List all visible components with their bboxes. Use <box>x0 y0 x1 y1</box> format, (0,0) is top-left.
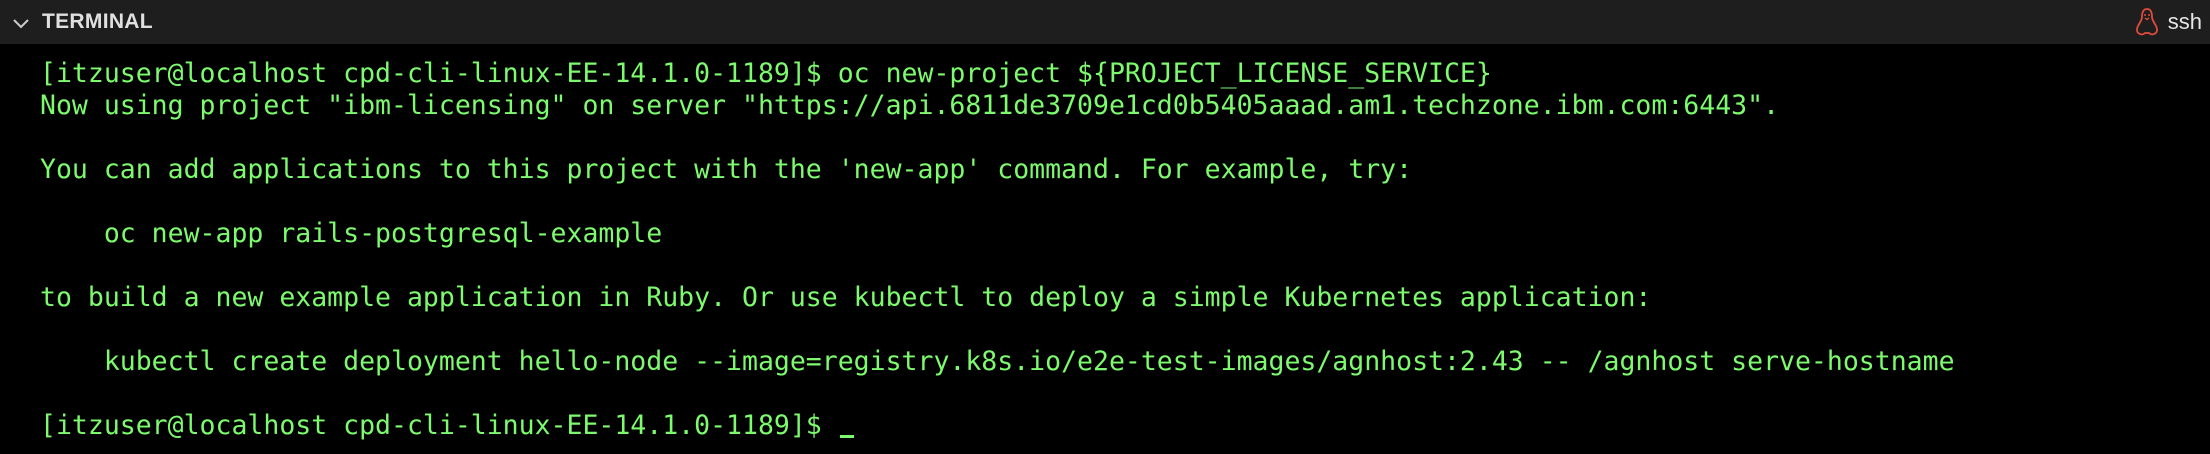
terminal-cursor <box>839 435 854 438</box>
terminal-prompt: [itzuser@localhost cpd-cli-linux-EE-14.1… <box>40 410 838 441</box>
shell-selector[interactable]: ssh <box>2134 0 2202 44</box>
terminal-line: oc new-app rails-postgresql-example <box>40 218 663 249</box>
terminal-line: [itzuser@localhost cpd-cli-linux-EE-14.1… <box>40 58 1492 89</box>
terminal-prompt-line[interactable]: [itzuser@localhost cpd-cli-linux-EE-14.1… <box>40 410 2210 442</box>
chevron-down-icon[interactable] <box>10 12 32 34</box>
linux-icon <box>2135 8 2158 36</box>
terminal-line: kubectl create deployment hello-node --i… <box>40 346 1955 377</box>
terminal-line: to build a new example application in Ru… <box>40 282 1652 313</box>
terminal-line: Now using project "ibm-licensing" on ser… <box>40 90 1780 121</box>
shell-name: ssh <box>2167 9 2202 34</box>
terminal-panel: TERMINAL ssh [itzuser@localhost cpd-cli-… <box>0 0 2210 454</box>
terminal-line: You can add applications to this project… <box>40 154 1413 185</box>
panel-title: TERMINAL <box>42 10 153 33</box>
terminal-titlebar: TERMINAL ssh <box>0 0 2210 44</box>
terminal-output[interactable]: [itzuser@localhost cpd-cli-linux-EE-14.1… <box>40 58 2210 454</box>
